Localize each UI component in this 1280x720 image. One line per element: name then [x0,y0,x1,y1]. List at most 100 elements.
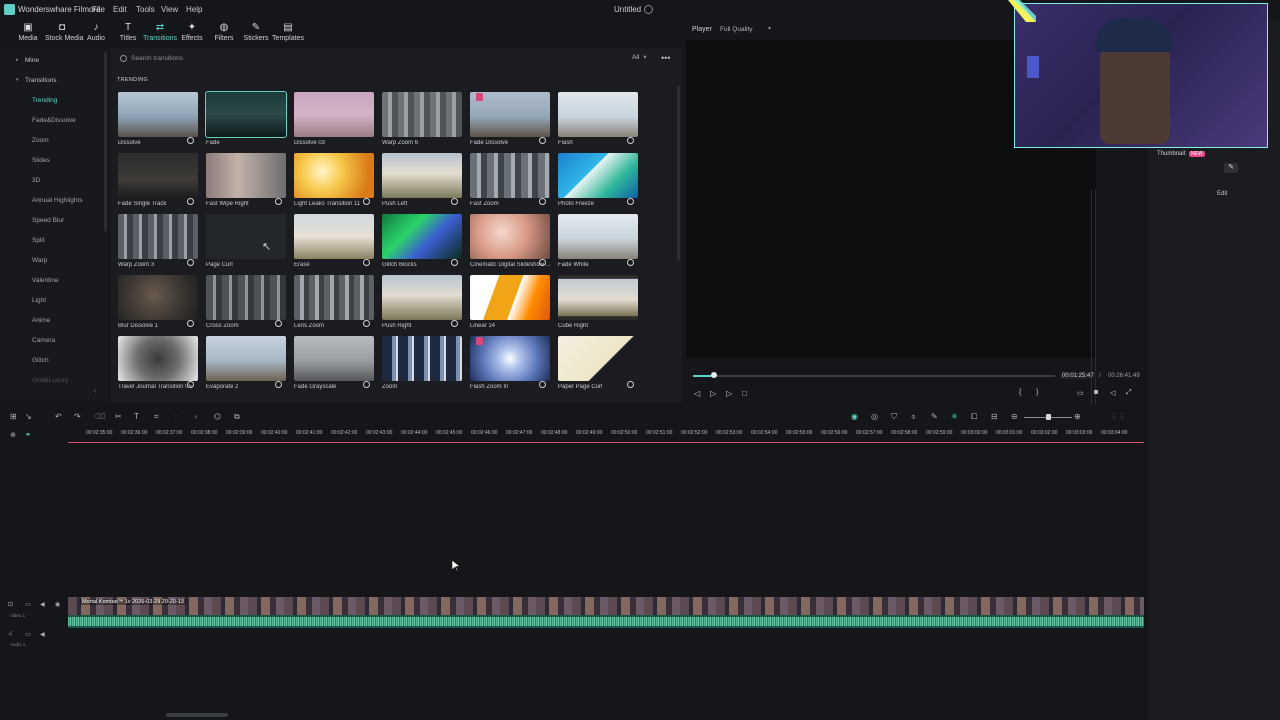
step-back-icon[interactable]: ▷ [710,389,716,398]
transition-tile[interactable]: Push Left [382,153,462,209]
transition-tile[interactable]: Fade White [558,214,638,270]
audio-toggle-icon[interactable]: ◀ [40,601,45,608]
tab-audio[interactable]: ♪ Audio [79,20,113,48]
mic-icon[interactable]: ⌽ [911,412,916,422]
sidebar-item-glitch[interactable]: Glitch [0,354,104,368]
transition-tile[interactable]: Photo Freeze [558,153,638,209]
transition-tile[interactable]: Erase [294,214,374,270]
sidebar-mine[interactable]: ▸ Mine [0,54,104,68]
delete-icon[interactable]: ⌫ [94,412,105,421]
sidebar-item-warp[interactable]: Warp [0,254,104,268]
mark-out-icon[interactable]: } [1036,389,1038,396]
transition-tile[interactable]: Fade Grayscale [294,336,374,392]
speaker-icon[interactable]: ◀ [40,631,45,638]
redo-icon[interactable]: ↷ [74,412,81,421]
sidebar-item-speed-blur[interactable]: Speed Blur [0,214,104,228]
cloud-status-icon[interactable] [644,5,653,14]
tab-transitions[interactable]: ⇄ Transitions [143,20,177,48]
select-icon[interactable]: ↘ [25,412,32,421]
thumbnail-edit-icon[interactable]: ✎ [1224,163,1238,173]
timeline-scrollbar[interactable] [166,713,228,717]
sidebar-item-split[interactable]: Split [0,234,104,248]
search-bar[interactable]: Search transitions [116,53,656,65]
chevron-down-icon[interactable]: ▾ [768,25,771,32]
audio-track-icon[interactable]: ♫ [8,631,13,637]
transition-tile[interactable]: Glitch Blocks [382,214,462,270]
tab-templates[interactable]: ▤ Templates [271,20,305,48]
transition-tile[interactable]: Warp Zoom 6 [382,92,462,148]
snapshot-icon[interactable]: ◙ [1094,389,1098,396]
transition-tile[interactable]: Push Right [382,275,462,331]
text-icon[interactable]: T [134,412,139,421]
shield-icon[interactable]: ⛉ [891,412,897,422]
transition-tile[interactable]: Blur Dissolve 1 [118,275,198,331]
menu-tools[interactable]: Tools [136,5,155,14]
transition-tile[interactable]: Cross Zoom [206,275,286,331]
volume-icon[interactable]: ◁ [1110,389,1115,397]
split-icon[interactable]: ✂ [115,412,122,421]
transition-tile[interactable]: Cinematic Digital Slideshow ... [470,214,551,270]
transition-tile[interactable]: ↖ Page Curl [206,214,286,270]
sidebar-item-trending[interactable]: Trending [0,94,104,108]
sidebar-item-fade-dissolve[interactable]: Fade&Dissolve [0,114,104,128]
tab-stickers[interactable]: ✎ Stickers [239,20,273,48]
filter-dropdown[interactable]: All ▾ [632,53,654,63]
transition-tile[interactable]: Travel Journal Transition 05 [118,336,198,392]
tab-filters[interactable]: ◍ Filters [207,20,241,48]
transition-tile[interactable]: Flash Zoom In [470,336,550,392]
pip-icon[interactable]: ⧠ [971,412,977,422]
marker-icon[interactable]: ◎ [871,412,878,421]
seek-handle[interactable] [711,372,717,378]
edit-icon[interactable]: ✎ [931,412,938,421]
grid-icon[interactable]: ⊟ [991,412,998,421]
transition-tile[interactable]: Fade Single Track [118,153,198,209]
add-track-icon[interactable]: ⊕ [10,431,16,439]
more-tools-icon[interactable]: ⧉ [234,412,240,422]
snap-icon[interactable]: ✳ [951,412,958,421]
mark-in-icon[interactable]: { [1019,389,1021,396]
sidebar-item-grid-luxury[interactable]: Grid&Luxury [0,374,104,388]
transition-tile[interactable]: Linear 14 [470,275,550,331]
sidebar-scrollbar[interactable] [104,52,107,232]
fullscreen-icon[interactable]: ⤢ [1126,389,1132,397]
quality-dropdown[interactable]: Full Quality [720,26,753,33]
tab-media[interactable]: ▣ Media [11,20,45,48]
transition-tile-selected[interactable]: Fade [205,91,287,148]
menu-edit[interactable]: Edit [113,5,127,14]
render-preview-icon[interactable]: ▭ [1077,389,1084,397]
sidebar-transitions[interactable]: ▾ Transitions [0,74,104,88]
transition-tile[interactable]: Fade Dissolve [470,92,550,148]
zoom-slider-handle[interactable] [1046,414,1051,420]
transition-tile[interactable]: Fast Wipe Right [206,153,286,209]
sidebar-item-slides[interactable]: Slides [0,154,104,168]
folder-icon[interactable]: ▭ [25,601,31,608]
render-icon[interactable]: ◉ [851,412,858,421]
transition-tile[interactable]: Paper Page Curl [558,336,638,392]
color-icon[interactable]: ◐ [194,412,199,421]
video-track-icon[interactable]: ⊡ [8,601,13,608]
undo-icon[interactable]: ↶ [55,412,62,421]
seek-bar[interactable] [693,375,1055,377]
transition-tile[interactable]: Dissolve 03 [294,92,374,148]
transition-tile[interactable]: Warp Zoom 3 [118,214,198,270]
folder-icon[interactable]: ▭ [25,631,31,638]
tab-stock-media[interactable]: ◘ Stock Media [45,20,84,48]
collapse-icon[interactable]: ‹ [94,388,96,395]
transition-tile[interactable]: Lens Zoom [294,275,374,331]
link-icon[interactable]: ⚭ [25,431,31,439]
tab-titles[interactable]: T Titles [111,20,145,48]
sidebar-item-annual-highlights[interactable]: Annual Highlights [0,194,104,208]
transition-tile[interactable]: Cube Right [558,275,638,331]
crop-icon[interactable]: ⌗ [154,412,159,422]
transition-tile[interactable]: Dissolve [118,92,198,148]
eye-icon[interactable]: ◉ [55,601,60,608]
play-icon[interactable]: ▷ [726,389,732,398]
transition-tile[interactable]: Flash [558,92,638,148]
sidebar-item-3d[interactable]: 3D [0,174,104,188]
layout-icon[interactable]: ⊞ [10,412,17,421]
menu-file[interactable]: File [92,5,105,14]
speed-icon[interactable]: ◌ [174,412,179,421]
timeline-area[interactable] [0,428,1146,720]
library-scrollbar[interactable] [677,86,680,261]
settings-icon[interactable]: ⋮⋮ [1110,412,1126,421]
